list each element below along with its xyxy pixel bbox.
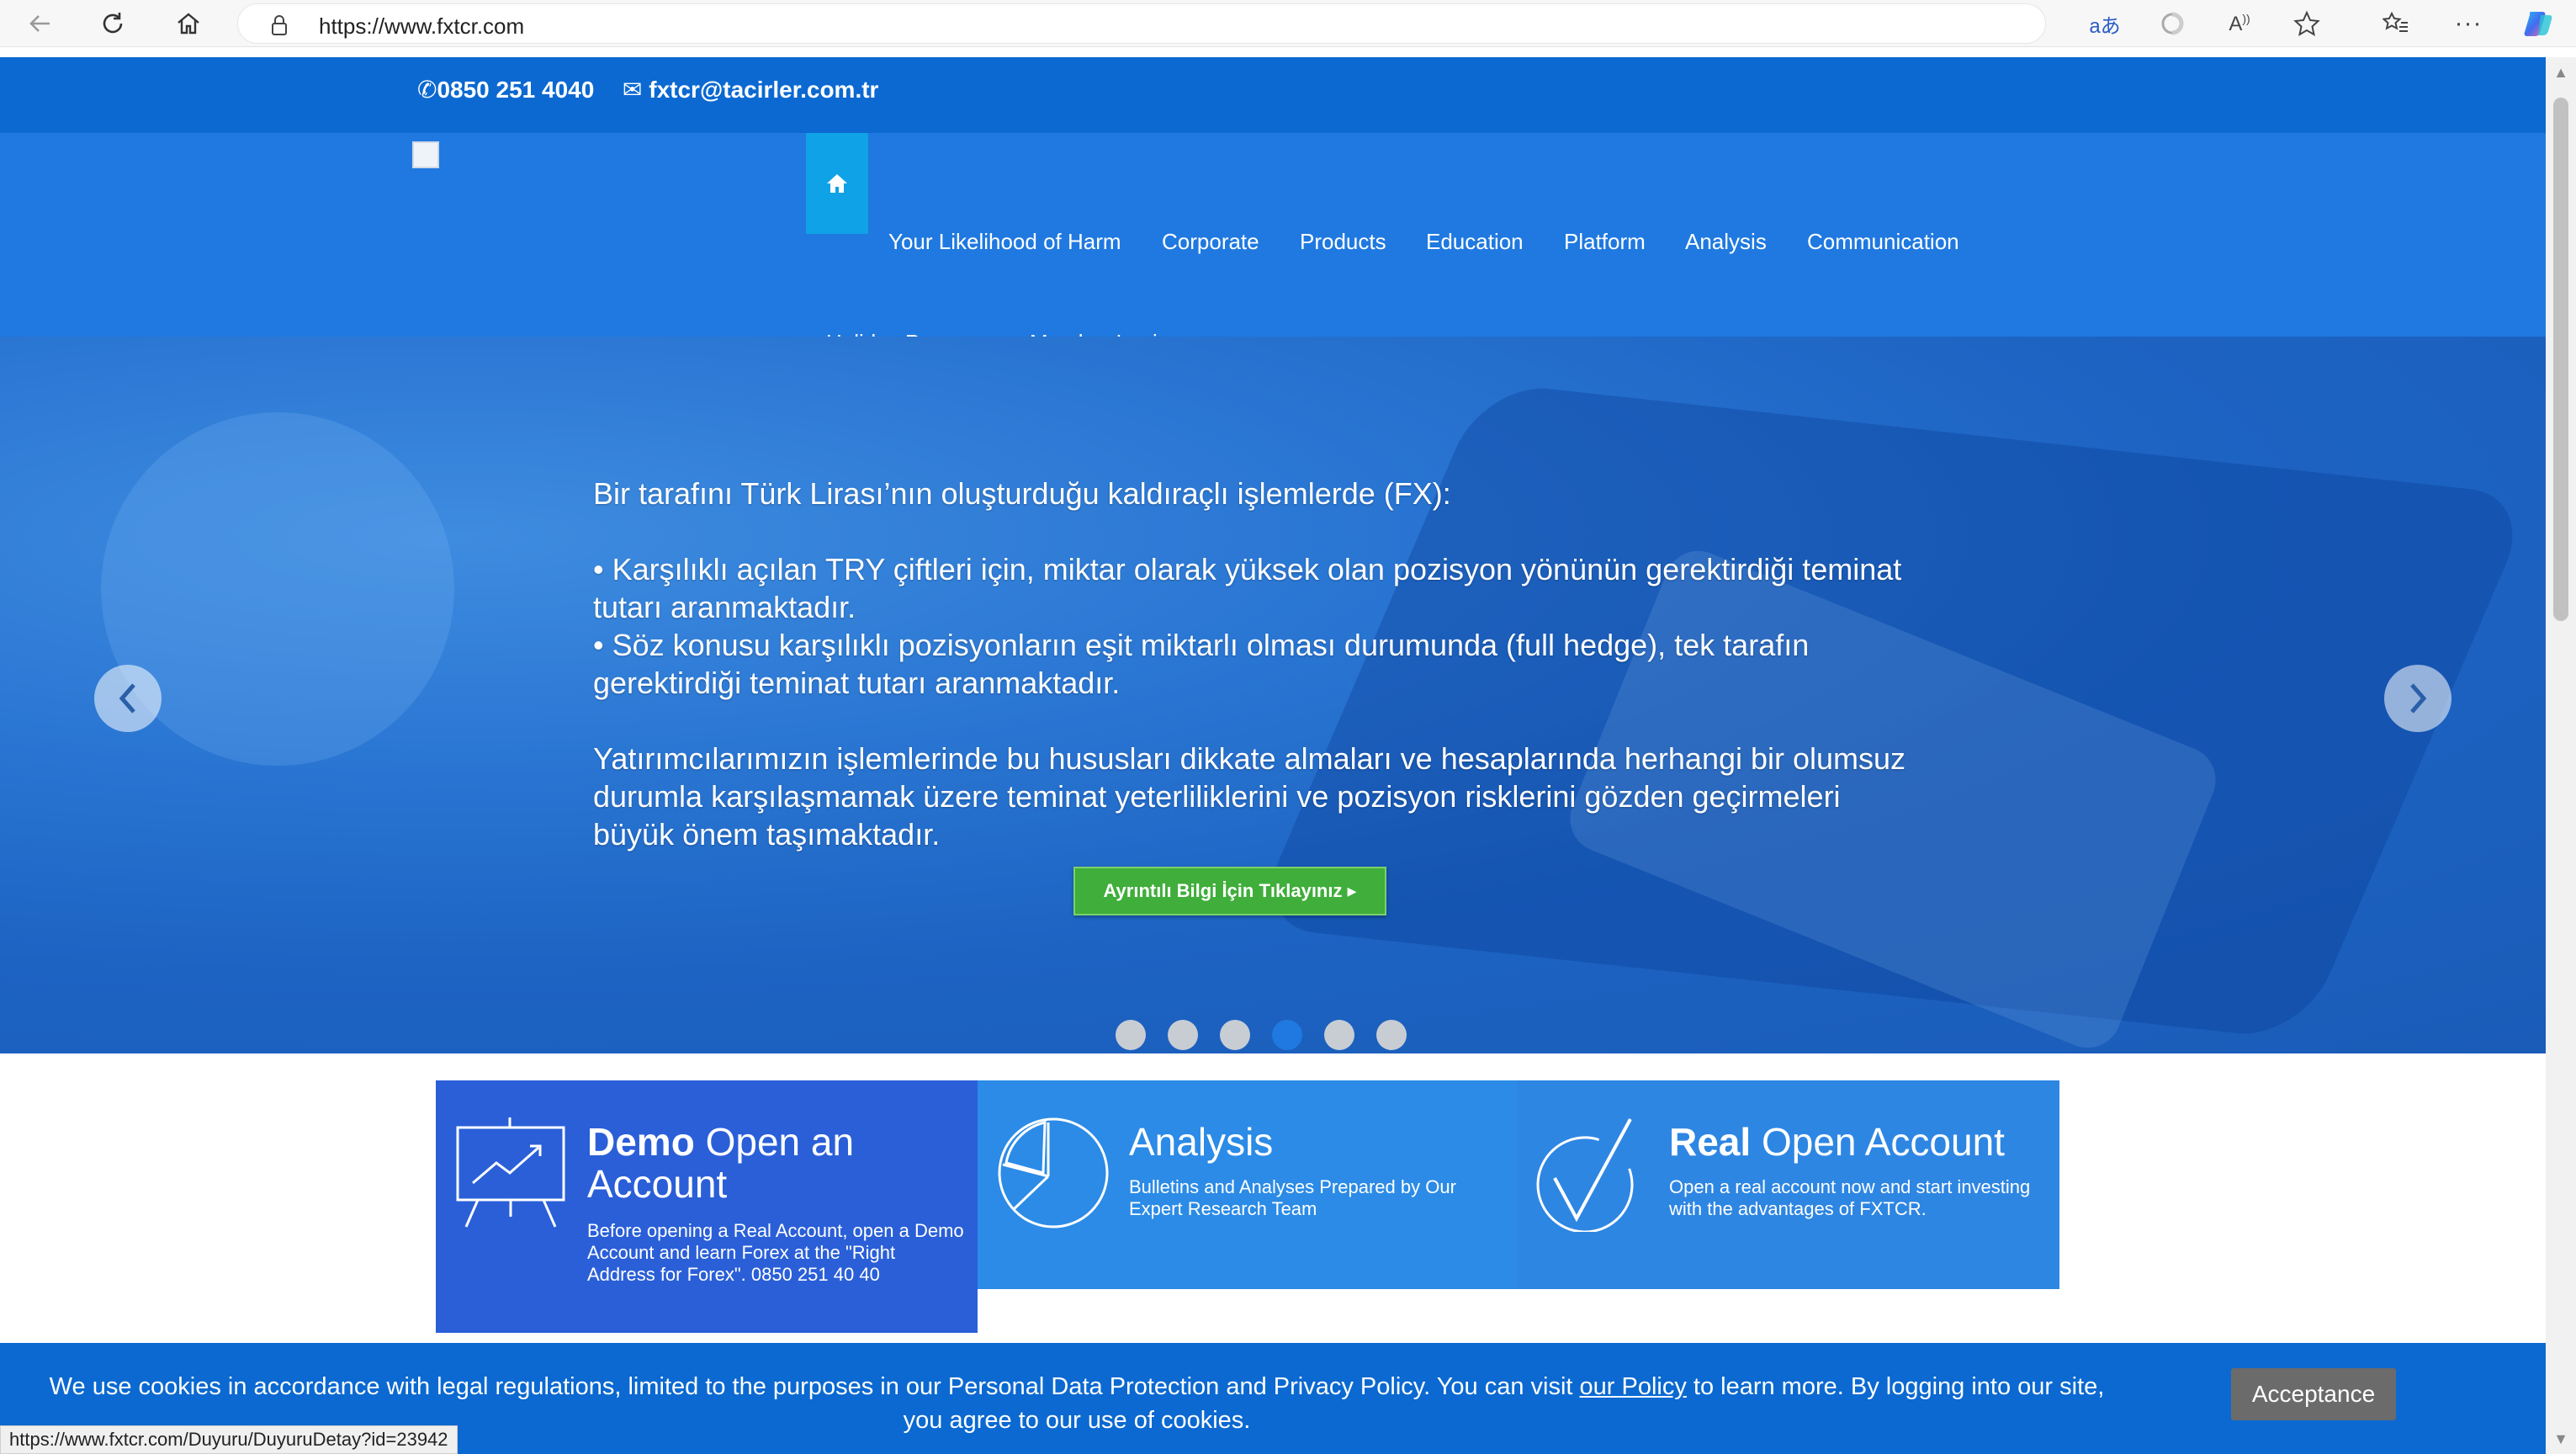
- lock-icon: [270, 14, 289, 40]
- card-description: Before opening a Real Account, open a De…: [587, 1220, 964, 1285]
- slide-bullet: • Söz konusu karşılıklı pozisyonların eş…: [593, 628, 1810, 700]
- browser-toolbar: https://www.fxtcr.com aあ A)) ···: [0, 0, 2576, 47]
- demo-account-card[interactable]: Demo Open an Account Before opening a Re…: [436, 1080, 978, 1333]
- chevron-right-icon: [2410, 683, 2427, 714]
- nav-item-likelihood-of-harm[interactable]: Your Likelihood of Harm: [888, 229, 1121, 255]
- main-navigation: Your Likelihood of Harm Corporate Produc…: [0, 133, 2546, 355]
- card-title: Demo Open an Account: [587, 1120, 855, 1206]
- card-title: Analysis: [1129, 1120, 1274, 1164]
- accept-cookies-button[interactable]: Acceptance: [2231, 1368, 2396, 1420]
- chevron-left-icon: [119, 683, 135, 714]
- phone-contact[interactable]: ✆0850 251 4040: [417, 76, 594, 103]
- more-options-icon[interactable]: ···: [2451, 7, 2485, 40]
- slider-dot-active[interactable]: [1272, 1020, 1302, 1050]
- refresh-button[interactable]: [96, 7, 130, 40]
- address-bar[interactable]: https://www.fxtcr.com: [237, 3, 2046, 44]
- real-account-card[interactable]: Real Open Account Open a real account no…: [1518, 1080, 2059, 1289]
- contact-bar: ✆0850 251 4040 ✉ fxtcr@tacirler.com.tr: [0, 57, 2546, 133]
- cta-label: Ayrıntılı Bilgi İçin Tıklayınız: [1103, 880, 1343, 901]
- link-status-bar: https://www.fxtcr.com/Duyuru/DuyuruDetay…: [0, 1425, 458, 1454]
- translate-icon[interactable]: aあ: [2088, 7, 2122, 40]
- slider-dot[interactable]: [1376, 1020, 1407, 1050]
- slider-prev-button[interactable]: [94, 665, 162, 732]
- refresh-icon: [103, 13, 123, 34]
- hero-slider: Bir tarafını Türk Lirası’nın oluşturduğu…: [0, 337, 2546, 1053]
- copilot-icon[interactable]: [2522, 7, 2556, 40]
- nav-item-analysis[interactable]: Analysis: [1685, 229, 1767, 255]
- phone-icon: ✆: [417, 77, 437, 103]
- details-cta-button[interactable]: Ayrıntılı Bilgi İçin Tıklayınız ▸: [1073, 867, 1386, 915]
- page-scrollbar[interactable]: ▲ ▼: [2546, 57, 2576, 1454]
- slide-paragraph: Yatırımcılarımızın işlemlerinde bu husus…: [593, 741, 1906, 852]
- home-button[interactable]: [172, 7, 205, 40]
- pie-chart-icon: [994, 1114, 1112, 1236]
- card-title: Real Open Account: [1669, 1120, 2005, 1164]
- slider-dot[interactable]: [1168, 1020, 1198, 1050]
- card-description: Open a real account now and start invest…: [1669, 1176, 2031, 1219]
- scroll-up-icon[interactable]: ▲: [2552, 64, 2569, 81]
- cookie-text: We use cookies in accordance with legal …: [49, 1373, 1580, 1400]
- favorites-list-icon[interactable]: [2379, 7, 2413, 40]
- slider-dot[interactable]: [1116, 1020, 1146, 1050]
- slider-dot[interactable]: [1220, 1020, 1250, 1050]
- email-address: fxtcr@tacirler.com.tr: [649, 77, 879, 103]
- email-contact[interactable]: ✉ fxtcr@tacirler.com.tr: [623, 76, 878, 103]
- slide-bullet: • Karşılıklı açılan TRY çiftleri için, m…: [593, 552, 1902, 624]
- slider-dot[interactable]: [1324, 1020, 1354, 1050]
- home-icon: [827, 174, 847, 193]
- nav-item-corporate[interactable]: Corporate: [1162, 229, 1259, 255]
- browser-essentials-icon[interactable]: [2155, 7, 2189, 40]
- slider-pagination: [1116, 1020, 1407, 1050]
- nav-item-platform[interactable]: Platform: [1564, 229, 1646, 255]
- nav-item-products[interactable]: Products: [1300, 229, 1386, 255]
- scroll-down-icon[interactable]: ▼: [2552, 1430, 2569, 1447]
- read-aloud-icon[interactable]: A)): [2223, 7, 2256, 40]
- favorite-star-icon[interactable]: [2290, 7, 2324, 40]
- url-text: https://www.fxtcr.com: [319, 13, 525, 39]
- back-button[interactable]: [24, 7, 57, 40]
- nav-item-communication[interactable]: Communication: [1807, 229, 1959, 255]
- policy-link[interactable]: our Policy: [1580, 1373, 1687, 1400]
- card-description: Bulletins and Analyses Prepared by Our E…: [1129, 1176, 1456, 1219]
- nav-home[interactable]: [806, 133, 868, 234]
- presentation-chart-icon: [453, 1114, 570, 1236]
- scroll-thumb[interactable]: [2553, 98, 2568, 621]
- envelope-icon: ✉: [623, 77, 649, 103]
- nav-item-education[interactable]: Education: [1426, 229, 1524, 255]
- site-logo-broken-image[interactable]: [412, 141, 439, 168]
- back-arrow-icon: [29, 15, 50, 32]
- phone-number: 0850 251 4040: [437, 77, 595, 103]
- slide-text: Bir tarafını Türk Lirası’nın oluşturduğu…: [593, 475, 1922, 891]
- slider-next-button[interactable]: [2384, 665, 2451, 732]
- slide-intro: Bir tarafını Türk Lirası’nın oluşturduğu…: [593, 476, 1451, 511]
- web-page: ✆0850 251 4040 ✉ fxtcr@tacirler.com.tr Y…: [0, 57, 2546, 1454]
- analysis-card[interactable]: Analysis Bulletins and Analyses Prepared…: [978, 1080, 1518, 1289]
- home-icon: [178, 13, 199, 34]
- caret-right-icon: ▸: [1347, 880, 1357, 901]
- checkmark-icon: [1534, 1114, 1652, 1236]
